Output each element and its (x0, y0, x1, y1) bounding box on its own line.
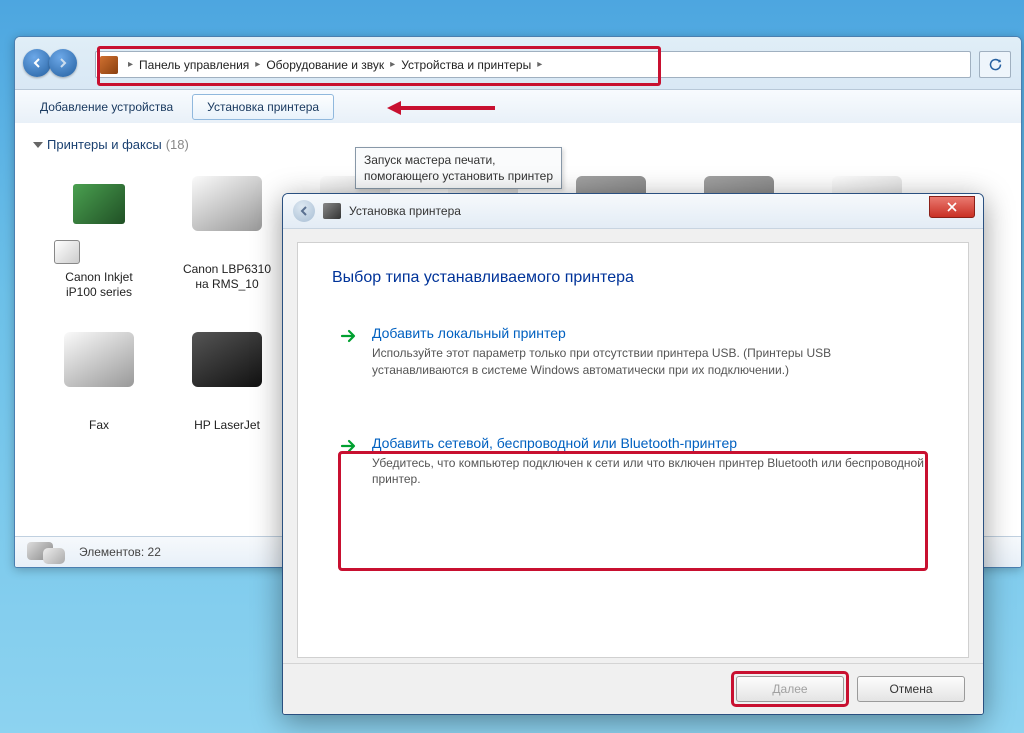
device-item[interactable]: Fax (39, 320, 159, 433)
printer-icon (323, 203, 341, 219)
chevron-right-icon: ▸ (128, 59, 133, 70)
explorer-toolbar: Добавление устройства Установка принтера (15, 90, 1021, 125)
breadcrumb-item[interactable]: Оборудование и звук (266, 58, 384, 72)
option-title: Добавить локальный принтер (372, 325, 926, 341)
printer-icon (182, 332, 272, 412)
tooltip: Запуск мастера печати, помогающего устан… (355, 147, 562, 189)
add-printer-button[interactable]: Установка принтера (192, 94, 334, 120)
nav-back-button[interactable] (23, 49, 51, 77)
chevron-right-icon: ▸ (255, 59, 260, 70)
add-printer-wizard: Установка принтера Выбор типа устанавлив… (282, 193, 984, 715)
device-item[interactable]: HP LaserJet (167, 320, 287, 433)
wizard-body: Выбор типа устанавливаемого принтера Доб… (297, 242, 969, 658)
title-bar: ▸ Панель управления ▸ Оборудование и зву… (15, 37, 1021, 90)
arrow-right-icon (340, 437, 358, 455)
device-label: Canon Inkjet (39, 270, 159, 285)
chevron-right-icon: ▸ (390, 59, 395, 70)
status-count: 22 (148, 545, 161, 559)
status-label: Элементов: (79, 545, 144, 559)
device-item[interactable]: Canon LBP6310 на RMS_10 (167, 164, 287, 300)
control-panel-icon (100, 56, 118, 74)
option-description: Используйте этот параметр только при отс… (372, 345, 926, 379)
wizard-heading: Выбор типа устанавливаемого принтера (332, 269, 934, 287)
device-label: Canon LBP6310 (167, 262, 287, 277)
device-label: iP100 series (39, 285, 159, 300)
printer-icon (182, 176, 272, 256)
refresh-button[interactable] (979, 51, 1011, 78)
breadcrumb[interactable]: ▸ Панель управления ▸ Оборудование и зву… (95, 51, 971, 78)
option-local-printer[interactable]: Добавить локальный принтер Используйте э… (332, 315, 934, 389)
add-device-button[interactable]: Добавление устройства (25, 94, 188, 120)
next-button[interactable]: Далее (736, 676, 844, 702)
printer-icon (54, 184, 144, 264)
wizard-back-button[interactable] (293, 200, 315, 222)
group-title: Принтеры и факсы (47, 137, 162, 152)
fax-icon (54, 332, 144, 412)
arrow-right-icon (340, 327, 358, 345)
annotation-arrow (385, 98, 495, 118)
device-label: Fax (39, 418, 159, 433)
option-title: Добавить сетевой, беспроводной или Bluet… (372, 435, 926, 451)
expand-icon (33, 142, 43, 148)
group-count: (18) (166, 137, 189, 152)
option-network-printer[interactable]: Добавить сетевой, беспроводной или Bluet… (332, 425, 934, 499)
chevron-right-icon: ▸ (537, 59, 542, 70)
cancel-button[interactable]: Отмена (857, 676, 965, 702)
device-label: HP LaserJet (167, 418, 287, 433)
device-item[interactable]: Canon Inkjet iP100 series (39, 164, 159, 300)
breadcrumb-item[interactable]: Устройства и принтеры (401, 58, 531, 72)
nav-forward-button[interactable] (49, 49, 77, 77)
wizard-footer: Далее Отмена (283, 663, 983, 714)
device-label: на RMS_10 (167, 277, 287, 292)
wizard-title-bar: Установка принтера (283, 194, 983, 229)
status-icon (25, 540, 69, 564)
wizard-title: Установка принтера (349, 204, 461, 218)
option-description: Убедитесь, что компьютер подключен к сет… (372, 455, 926, 489)
annotation-highlight: Далее (731, 671, 849, 707)
breadcrumb-item[interactable]: Панель управления (139, 58, 249, 72)
close-button[interactable] (929, 196, 975, 218)
